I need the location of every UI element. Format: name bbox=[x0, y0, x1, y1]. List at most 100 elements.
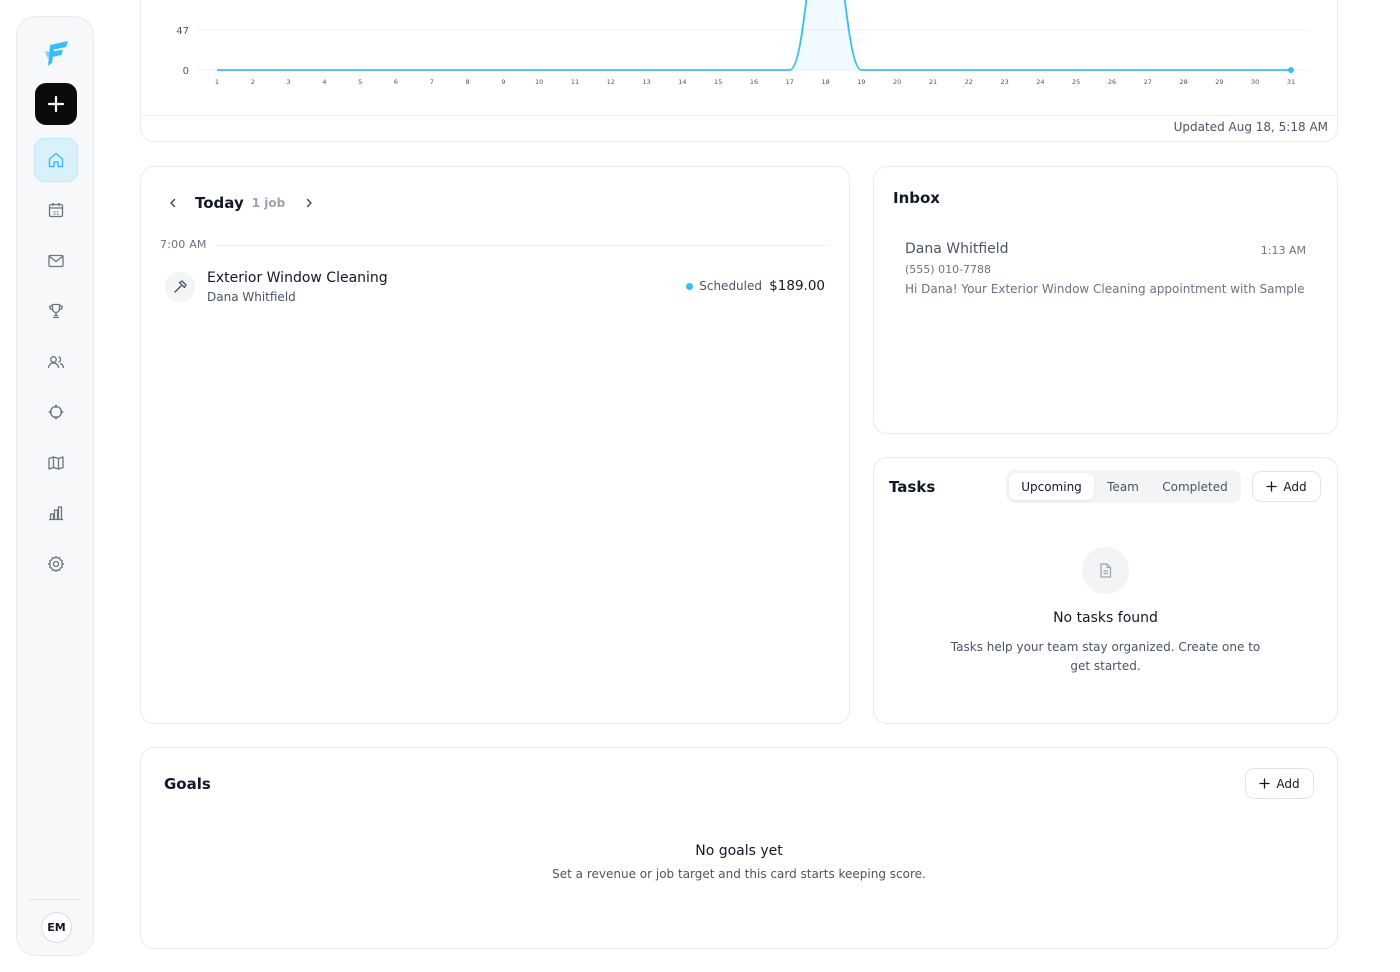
goals-empty-title: No goals yet bbox=[695, 843, 783, 859]
gear-icon bbox=[47, 555, 65, 573]
series-area bbox=[217, 0, 1291, 70]
flow-logo-icon[interactable] bbox=[41, 37, 73, 69]
x-tick-label: 16 bbox=[750, 78, 758, 86]
schedule-day-title: Today bbox=[195, 194, 244, 212]
sidebar-item-target[interactable] bbox=[34, 390, 78, 434]
tasks-tab-group: Upcoming Team Completed bbox=[1006, 470, 1241, 503]
x-tick-label: 9 bbox=[501, 78, 505, 86]
sidebar-item-goals[interactable] bbox=[34, 289, 78, 333]
document-icon bbox=[1082, 547, 1129, 594]
x-tick-label: 28 bbox=[1179, 78, 1187, 86]
plus-icon bbox=[1259, 778, 1271, 789]
x-tick-label: 7 bbox=[430, 78, 434, 86]
sidebar: 31 EM bbox=[16, 16, 94, 956]
x-tick-label: 6 bbox=[394, 78, 398, 86]
message-sender: Dana Whitfield bbox=[905, 241, 1009, 257]
x-tick-label: 31 bbox=[1287, 78, 1295, 86]
crosshair-icon bbox=[48, 404, 64, 420]
plus-icon bbox=[1266, 481, 1278, 492]
job-row[interactable]: Exterior Window Cleaning Dana Whitfield … bbox=[165, 269, 825, 307]
home-icon bbox=[48, 152, 64, 168]
sidebar-item-calendar[interactable]: 31 bbox=[34, 188, 78, 232]
y-tick-label: 47 bbox=[176, 26, 189, 37]
add-task-button[interactable]: Add bbox=[1252, 471, 1321, 502]
tab-completed[interactable]: Completed bbox=[1152, 473, 1238, 500]
status-badge: Scheduled bbox=[686, 279, 762, 293]
x-tick-label: 24 bbox=[1036, 78, 1044, 86]
map-icon bbox=[48, 456, 64, 470]
schedule-job-count: 1 job bbox=[251, 196, 286, 210]
sidebar-item-reports[interactable] bbox=[34, 491, 78, 535]
add-goal-button[interactable]: Add bbox=[1245, 768, 1314, 799]
chart-footer-divider bbox=[141, 115, 1337, 116]
x-tick-label: 20 bbox=[893, 78, 901, 86]
revenue-line-chart: 0471 2 3 4 5 6 7 8 9 10 11 12 13 14 15 16 17 18 19 20 21 22 23… bbox=[176, 0, 1309, 86]
status-dot bbox=[686, 282, 694, 290]
x-tick-label: 15 bbox=[714, 78, 722, 86]
x-tick-label: 13 bbox=[642, 78, 650, 86]
x-tick-label: 23 bbox=[1000, 78, 1008, 86]
hammer-icon bbox=[165, 272, 195, 302]
tasks-empty-description: Tasks help your team stay organized. Cre… bbox=[950, 640, 1261, 673]
tab-team[interactable]: Team bbox=[1094, 473, 1152, 500]
goals-empty-description: Set a revenue or job target and this car… bbox=[552, 867, 926, 881]
x-tick-label: 26 bbox=[1108, 78, 1116, 86]
plus-icon bbox=[47, 95, 65, 113]
avatar[interactable]: EM bbox=[41, 912, 72, 943]
status-label: Scheduled bbox=[699, 279, 762, 293]
inbox-title: Inbox bbox=[893, 189, 940, 207]
revenue-chart-card: 0 47 1 2 3 4 5 6 7 8 9 10 11 12 13 14 15 16 17 18 19 20 21 22 23… bbox=[140, 0, 1338, 142]
add-goal-label: Add bbox=[1276, 776, 1300, 791]
job-price: $189.00 bbox=[769, 278, 825, 294]
y-tick-label: 0 bbox=[183, 66, 189, 77]
tasks-card: Tasks Upcoming Team Completed Add No tas… bbox=[873, 457, 1338, 724]
calendar-day-label: 31 bbox=[53, 211, 60, 217]
bar-chart-icon bbox=[49, 506, 63, 521]
sidebar-item-clients[interactable] bbox=[34, 340, 78, 384]
x-tick-label: 8 bbox=[466, 78, 470, 86]
x-tick-label: 27 bbox=[1144, 78, 1152, 86]
users-icon bbox=[47, 356, 65, 369]
calendar-icon: 31 bbox=[48, 203, 64, 218]
job-title: Exterior Window Cleaning bbox=[207, 270, 388, 286]
sidebar-item-home[interactable] bbox=[34, 138, 78, 182]
tasks-empty-title: No tasks found bbox=[1053, 610, 1158, 626]
x-tick-label: 21 bbox=[929, 78, 937, 86]
x-tick-label: 12 bbox=[607, 78, 615, 86]
sidebar-divider bbox=[29, 899, 81, 900]
x-tick-label: 2 bbox=[251, 78, 255, 86]
sidebar-item-inbox[interactable] bbox=[34, 239, 78, 283]
chevron-left-icon[interactable] bbox=[165, 195, 181, 211]
inbox-card: Inbox Dana Whitfield 1:13 AM (555) 010-7… bbox=[873, 166, 1338, 434]
time-slot-divider bbox=[217, 245, 829, 246]
add-task-label: Add bbox=[1283, 479, 1307, 494]
x-tick-label: 10 bbox=[535, 78, 543, 86]
x-tick-label: 18 bbox=[821, 78, 829, 86]
x-tick-label: 14 bbox=[678, 78, 686, 86]
sidebar-item-map[interactable] bbox=[34, 441, 78, 485]
series-endpoint bbox=[1288, 67, 1294, 73]
series-line bbox=[217, 0, 1291, 71]
x-tick-label: 30 bbox=[1251, 78, 1259, 86]
schedule-header: Today 1 job bbox=[165, 191, 317, 215]
sidebar-item-settings[interactable] bbox=[34, 542, 78, 586]
x-tick-label: 17 bbox=[786, 78, 794, 86]
message-phone: (555) 010-7788 bbox=[905, 263, 992, 276]
time-slot-label: 7:00 AM bbox=[160, 238, 207, 251]
message-preview: Hi Dana! Your Exterior Window Cleaning a… bbox=[905, 282, 1307, 296]
schedule-card: Today 1 job 7:00 AM Exterior Window Clea… bbox=[140, 166, 850, 724]
message-time: 1:13 AM bbox=[1260, 244, 1306, 257]
x-tick-label: 29 bbox=[1215, 78, 1223, 86]
goals-card: Goals Add No goals yet Set a revenue or … bbox=[140, 747, 1338, 949]
chart-updated-timestamp: Updated Aug 18, 5:18 AM bbox=[1173, 120, 1328, 134]
x-tick-label: 22 bbox=[965, 78, 973, 86]
job-client-name: Dana Whitfield bbox=[207, 290, 296, 304]
x-tick-label: 4 bbox=[322, 78, 326, 86]
tasks-title: Tasks bbox=[889, 478, 936, 496]
x-tick-label: 11 bbox=[571, 78, 579, 86]
chevron-right-icon[interactable] bbox=[301, 195, 317, 211]
x-tick-label: 3 bbox=[287, 78, 291, 86]
x-tick-label: 25 bbox=[1072, 78, 1080, 86]
new-button[interactable] bbox=[35, 83, 77, 125]
tab-upcoming[interactable]: Upcoming bbox=[1009, 473, 1094, 500]
